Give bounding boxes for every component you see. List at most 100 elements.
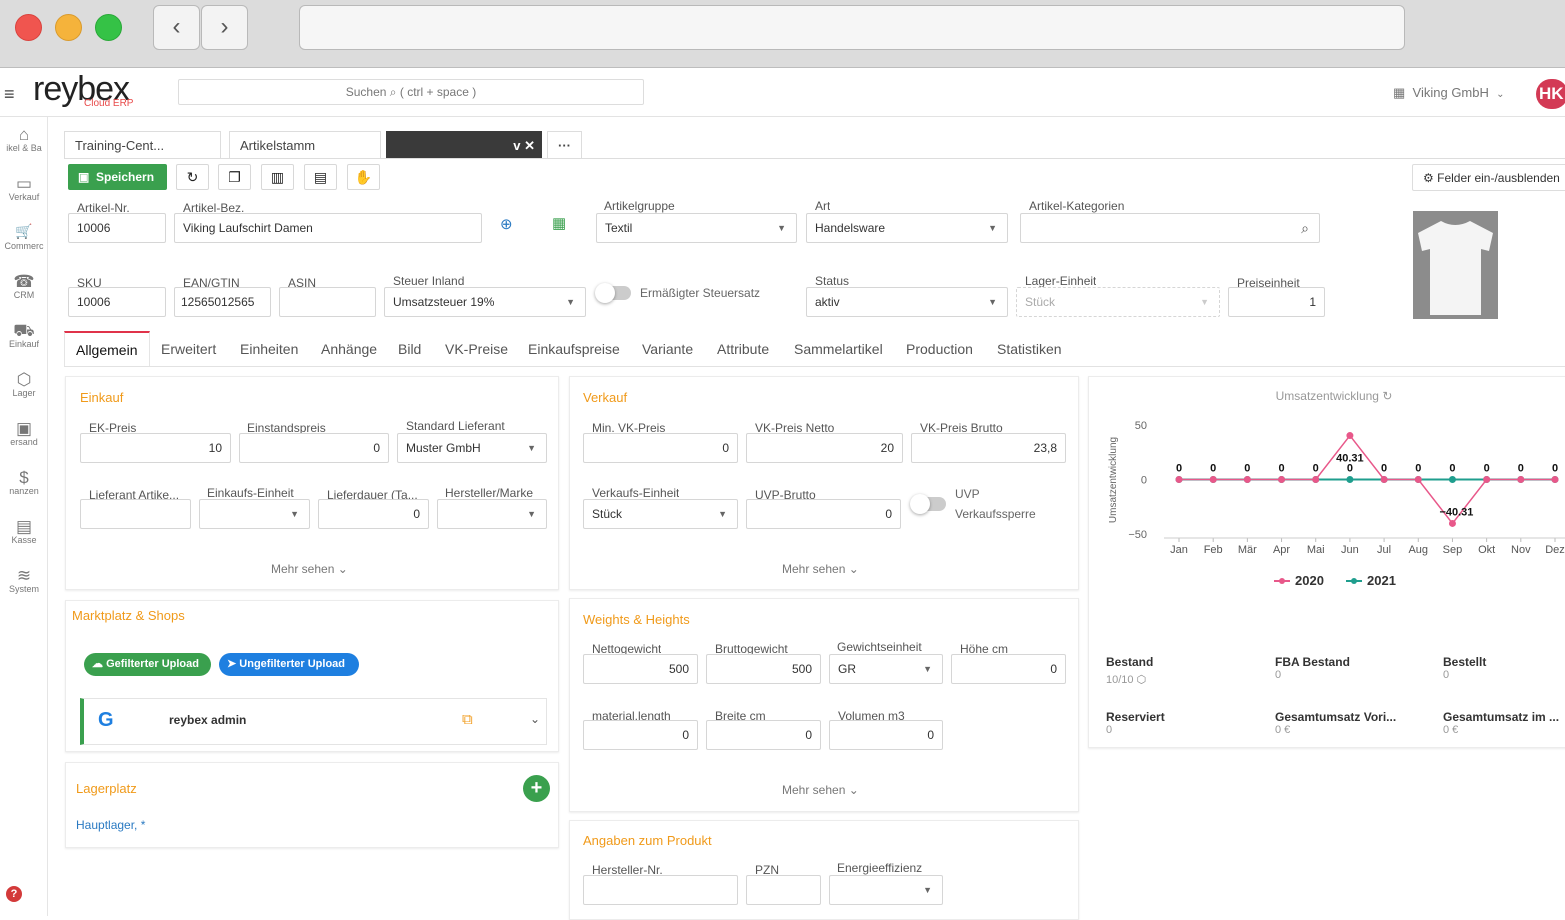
user-avatar[interactable]: HK xyxy=(1536,79,1565,109)
save-label: Speichern xyxy=(96,170,155,184)
vk-brutto-input[interactable]: 23,8 xyxy=(911,433,1066,463)
product-image[interactable] xyxy=(1413,211,1498,319)
chevron-down-icon[interactable]: ⌄ xyxy=(530,712,540,726)
bruttogewicht-input[interactable]: 500 xyxy=(706,654,821,684)
ungefilterter-upload-button[interactable]: ➤ Ungefilterter Upload xyxy=(219,653,359,676)
breite-input[interactable]: 0 xyxy=(706,720,821,750)
translate-icon[interactable]: ▦ xyxy=(552,214,566,232)
lager-einheit-select[interactable]: Stück ▼ xyxy=(1016,287,1220,317)
tab-einkaufspreise[interactable]: Einkaufspreise xyxy=(528,341,620,357)
tab-variante[interactable]: Variante xyxy=(642,341,693,357)
lieferant-artikel-input[interactable] xyxy=(80,499,191,529)
sidebar-item-lager[interactable]: ⬡ Lager xyxy=(0,370,48,398)
tab-production[interactable]: Production xyxy=(906,341,973,357)
toggle-fields-button[interactable]: ⚙ Felder ein-/ausblenden xyxy=(1412,164,1565,191)
tab-current-article[interactable]: v ✕ xyxy=(386,131,542,159)
ean-input[interactable]: 12565012565 xyxy=(174,287,271,317)
einkauf-mehr-sehen[interactable]: Mehr sehen ⌄ xyxy=(271,562,348,576)
asin-input[interactable] xyxy=(279,287,376,317)
tab-erweitert[interactable]: Erweitert xyxy=(161,341,216,357)
einkaufs-einheit-select[interactable]: ▼ xyxy=(199,499,310,529)
uvp-sperre-toggle[interactable] xyxy=(910,494,946,514)
length-input[interactable]: 0 xyxy=(583,720,698,750)
sidebar-item-crm[interactable]: ☎ CRM xyxy=(0,272,48,300)
einstandspreis-input[interactable]: 0 xyxy=(239,433,389,463)
preiseinheit-input[interactable]: 1 xyxy=(1228,287,1325,317)
shop-row[interactable]: G reybex admin ⧉ ⌄ xyxy=(80,698,547,745)
status-select[interactable]: aktiv ▼ xyxy=(806,287,1008,317)
steuer-select[interactable]: Umsatzsteuer 19% ▼ xyxy=(384,287,586,317)
tab-allgemein[interactable]: Allgemein xyxy=(76,342,137,358)
sidebar-item-commerce[interactable]: 🛒 Commerc xyxy=(0,223,48,251)
sidebar-item-versand[interactable]: ▣ ersand xyxy=(0,419,48,447)
kategorien-input[interactable]: ⌕ xyxy=(1020,213,1320,243)
tab-anhaenge[interactable]: Anhänge xyxy=(321,341,377,357)
gefilterter-upload-button[interactable]: ☁ Gefilterter Upload xyxy=(84,653,211,676)
lieferdauer-input[interactable]: 0 xyxy=(318,499,429,529)
external-link-icon[interactable]: ⧉ xyxy=(462,711,473,728)
sidebar-item-kasse[interactable]: ▤ Kasse xyxy=(0,517,48,545)
tab-training-center[interactable]: Training-Cent... xyxy=(64,131,221,159)
tab-sammelartikel[interactable]: Sammelartikel xyxy=(794,341,883,357)
minimize-window-button[interactable] xyxy=(55,14,82,41)
company-switcher[interactable]: ▦ Viking GmbH ⌄ xyxy=(1393,85,1505,101)
ermaessigt-toggle[interactable] xyxy=(595,283,631,303)
report-button[interactable]: ▥ xyxy=(261,164,294,190)
hauptlager-link[interactable]: Hauptlager, * xyxy=(76,818,145,832)
global-search-input[interactable]: Suchen ⌕ ( ctrl + space ) xyxy=(178,79,644,105)
hersteller-nr-input[interactable] xyxy=(583,875,738,905)
tabs-more-button[interactable]: ··· xyxy=(547,131,582,159)
sidebar-item-einkauf[interactable]: ⛟ Einkauf xyxy=(0,321,48,349)
reload-button[interactable]: ↻ xyxy=(176,164,209,190)
sku-input[interactable]: 10006 xyxy=(68,287,166,317)
nettogewicht-input[interactable]: 500 xyxy=(583,654,698,684)
sidebar-item-artikel[interactable]: ⌂ ikel & Ba xyxy=(0,125,48,153)
sidebar-item-verkauf[interactable]: ▭ Verkauf xyxy=(0,174,48,202)
min-vk-input[interactable]: 0 xyxy=(583,433,738,463)
weights-mehr-sehen[interactable]: Mehr sehen ⌄ xyxy=(782,783,859,797)
close-tab-icon[interactable]: v ✕ xyxy=(513,138,535,153)
phone-icon: ☎ xyxy=(13,272,35,291)
standard-lieferant-select[interactable]: Muster GmbH ▼ xyxy=(397,433,547,463)
verkaufs-einheit-select[interactable]: Stück ▼ xyxy=(583,499,738,529)
tab-vk-preise[interactable]: VK-Preise xyxy=(445,341,508,357)
volumen-input[interactable]: 0 xyxy=(829,720,943,750)
globe-icon[interactable]: ⊕ xyxy=(500,215,513,233)
artikelgruppe-select[interactable]: Textil ▼ xyxy=(596,213,797,243)
art-select[interactable]: Handelsware ▼ xyxy=(806,213,1008,243)
tab-attribute[interactable]: Attribute xyxy=(717,341,769,357)
hersteller-marke-select[interactable]: ▼ xyxy=(437,499,547,529)
artikel-bez-input[interactable]: Viking Laufschirt Damen xyxy=(174,213,482,243)
verkauf-mehr-sehen[interactable]: Mehr sehen ⌄ xyxy=(782,562,859,576)
add-lagerplatz-button[interactable]: + xyxy=(523,775,550,802)
copy-button[interactable]: ❐ xyxy=(218,164,251,190)
ek-preis-input[interactable]: 10 xyxy=(80,433,231,463)
hand-button[interactable]: ✋ xyxy=(347,164,380,190)
save-button[interactable]: ▣ Speichern xyxy=(68,164,167,190)
tab-artikelstamm[interactable]: Artikelstamm xyxy=(229,131,381,159)
bestand-label: Bestand xyxy=(1106,655,1154,669)
search-icon[interactable]: ⌕ xyxy=(1301,214,1309,242)
hoehe-input[interactable]: 0 xyxy=(951,654,1066,684)
menu-icon[interactable]: ≡ xyxy=(4,84,15,105)
vk-netto-input[interactable]: 20 xyxy=(746,433,903,463)
close-window-button[interactable] xyxy=(15,14,42,41)
url-bar[interactable] xyxy=(299,5,1405,50)
maximize-window-button[interactable] xyxy=(95,14,122,41)
tab-einheiten[interactable]: Einheiten xyxy=(240,341,298,357)
box-icon[interactable]: ⬡ xyxy=(1137,674,1147,686)
tab-bild[interactable]: Bild xyxy=(398,341,421,357)
gewichtseinheit-select[interactable]: GR ▼ xyxy=(829,654,943,684)
pzn-input[interactable] xyxy=(746,875,821,905)
uvp-brutto-input[interactable]: 0 xyxy=(746,499,901,529)
sidebar-item-finanzen[interactable]: $ nanzen xyxy=(0,468,48,496)
back-button[interactable]: ‹ xyxy=(153,5,200,50)
artikel-nr-input[interactable]: 10006 xyxy=(68,213,166,243)
energie-select[interactable]: ▼ xyxy=(829,875,943,905)
sidebar-item-system[interactable]: ≋ System xyxy=(0,566,48,594)
help-icon[interactable]: ? xyxy=(6,886,22,902)
forward-button[interactable]: › xyxy=(201,5,248,50)
legend-label-2021: 2021 xyxy=(1367,573,1396,588)
document-button[interactable]: ▤ xyxy=(304,164,337,190)
tab-statistiken[interactable]: Statistiken xyxy=(997,341,1062,357)
